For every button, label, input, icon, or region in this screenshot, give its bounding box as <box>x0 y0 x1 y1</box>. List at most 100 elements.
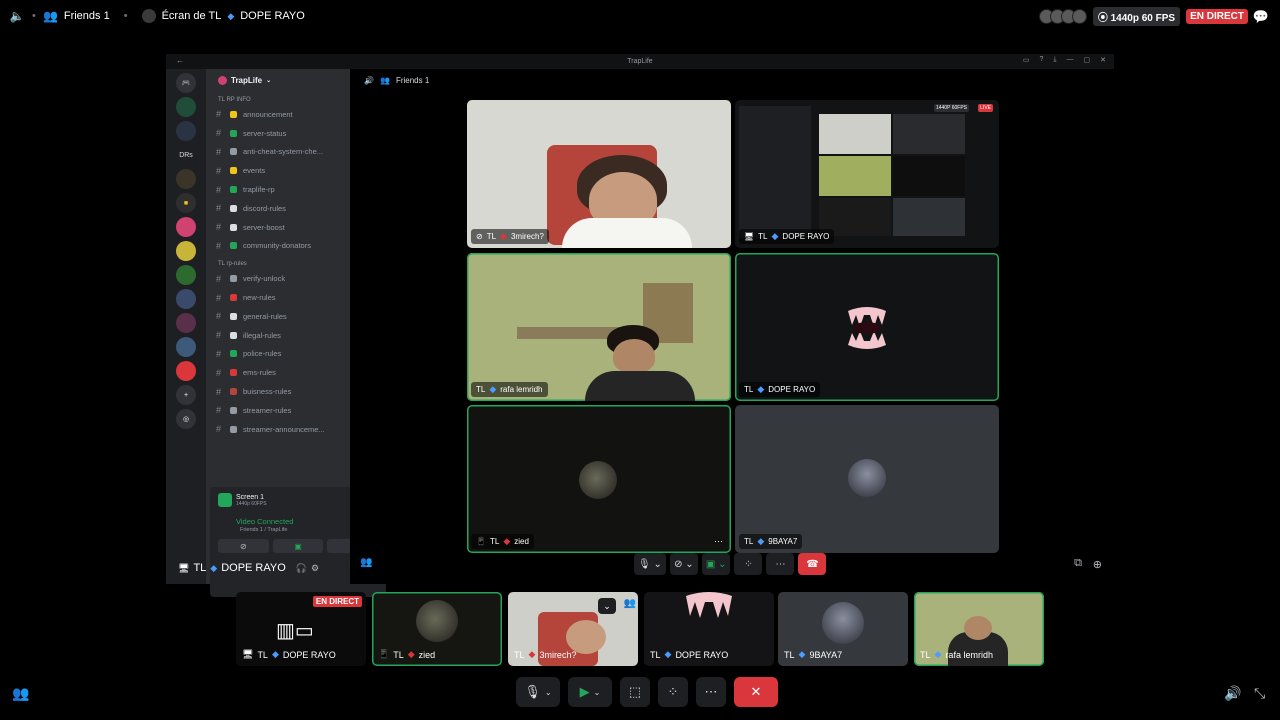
server-dr[interactable]: DRs <box>176 145 196 165</box>
channel-label: anti-cheat-system-che... <box>243 147 324 157</box>
avatar-tile[interactable]: TL ◆ 9BAYA7 <box>735 405 999 553</box>
server-icon[interactable] <box>176 265 196 285</box>
participant-thumbnail[interactable]: EN DIRECT ▥▭ 🖥 TL ◆ DOPE RAYO <box>236 592 366 666</box>
info-channel-list: # announcement # server-status # anti-cheat-s… <box>206 105 350 255</box>
server-icon[interactable] <box>176 217 196 237</box>
channel-item[interactable]: # ems-rules <box>206 363 350 382</box>
hash-icon: # <box>216 240 222 251</box>
chevron-down-icon[interactable]: ⌄ <box>598 598 616 614</box>
add-server-icon[interactable]: + <box>176 385 196 405</box>
viewer-avatars[interactable] <box>1038 9 1087 24</box>
camera-off-icon[interactable]: ⊘ <box>218 539 269 553</box>
settings-icon[interactable]: ⚙ <box>311 563 319 574</box>
channel-item[interactable]: # traplife-rp <box>206 180 350 199</box>
stream-tile[interactable]: 1440P 60FPS LIVE 🖥 TL ◆ DOPE RAYO <box>735 100 999 248</box>
channel-item[interactable]: # illegal-rules <box>206 326 350 345</box>
avatar-tile[interactable]: 📱 TL ◆ zied ⋯ <box>467 405 731 553</box>
channel-item[interactable]: # community-donators <box>206 237 350 256</box>
explore-icon[interactable]: ◎ <box>176 409 196 429</box>
channel-emoji-icon <box>230 275 237 283</box>
call-controls: 🎙 ⌄ ▶ ⌄ ⬚ ⁘ ⋯ ✕ <box>516 676 778 708</box>
channel-item[interactable]: # police-rules <box>206 345 350 364</box>
microphone-icon[interactable]: 🎙 ⌄ <box>634 553 666 575</box>
channel-item[interactable]: # announcement <box>206 105 350 124</box>
channel-item[interactable]: # server-boost <box>206 218 350 237</box>
invite-icon[interactable]: 👥 <box>12 685 29 702</box>
channel-label: discord-rules <box>243 203 286 213</box>
channel-item[interactable]: # streamer-announceme... <box>206 420 350 439</box>
people-icon[interactable]: 👥 <box>624 598 636 609</box>
more-icon[interactable]: ⋯ <box>714 536 723 547</box>
participant-thumbnail[interactable]: TL ◆ 9BAYA7 <box>778 592 908 666</box>
server-icon[interactable] <box>176 169 196 189</box>
speaker-icon[interactable]: 🔊 <box>364 76 374 85</box>
channel-emoji-icon <box>230 294 237 302</box>
participant-label: 📱 TL ◆ zied <box>471 534 534 549</box>
channel-emoji-icon <box>230 129 237 137</box>
group-icon: 👥 <box>43 9 59 23</box>
activities-icon[interactable]: ⁘ <box>734 553 763 575</box>
server-icon[interactable] <box>176 289 196 309</box>
microphone-button[interactable]: 🎙 ⌄ <box>516 677 560 707</box>
popout-icon[interactable]: ⧉ <box>1074 557 1082 570</box>
screen-share-icon[interactable]: ▣ <box>272 539 324 553</box>
category-header[interactable]: TL rp-rules <box>206 255 350 269</box>
video-tile[interactable]: ⊘ TL ◆ 3mirech? <box>467 100 731 248</box>
channel-item[interactable]: # new-rules <box>206 288 350 307</box>
server-icon[interactable] <box>176 361 196 381</box>
channel-sidebar: TrapLife ⌄ TL RP INFO # announcement # serv… <box>206 69 386 597</box>
channel-item[interactable]: # events <box>206 161 350 180</box>
headset-icon[interactable]: 🎧 <box>296 563 307 574</box>
activities-button[interactable]: ⁘ <box>658 677 688 707</box>
volume-icon[interactable]: 🔊 <box>1224 685 1241 702</box>
camera-button[interactable]: ▶ ⌄ <box>568 677 612 707</box>
person-face <box>964 616 992 640</box>
channel-name[interactable]: Friends 1 <box>64 10 110 22</box>
exit-fullscreen-icon[interactable]: ⤡ <box>1254 685 1265 702</box>
channel-item[interactable]: # general-rules <box>206 307 350 326</box>
window-title: TrapLife <box>627 58 653 65</box>
channel-label: new-rules <box>243 293 276 303</box>
speaker-muted-icon[interactable]: 🔈 <box>10 9 25 23</box>
thumbnail-label: 🖥 TL ◆ DOPE RAYO <box>242 649 336 660</box>
video-tile[interactable]: TL ◆ rafa lemridh <box>467 253 731 401</box>
more-icon[interactable]: ⋯ <box>766 553 795 575</box>
server-icon[interactable] <box>176 97 196 117</box>
stage-header: 🔊 👥 Friends 1 <box>350 69 1114 91</box>
user-name[interactable]: DOPE RAYO <box>221 562 286 574</box>
dm-icon[interactable]: 🎮 <box>176 73 196 93</box>
more-button[interactable]: ⋯ <box>696 677 726 707</box>
channel-item[interactable]: # discord-rules <box>206 199 350 218</box>
screen-share-prefix: Écran de TL <box>161 10 222 22</box>
participant-thumbnail[interactable]: TL ◆ rafa lemridh <box>914 592 1044 666</box>
participant-thumbnail[interactable]: 📱 TL ◆ zied <box>372 592 502 666</box>
server-logo-icon <box>218 75 227 85</box>
screen-share-icon[interactable]: ▣ ⌄ <box>701 553 731 575</box>
channel-label: general-rules <box>243 311 287 321</box>
hash-icon: # <box>216 184 222 195</box>
participant-thumbnail[interactable]: TL ◆ 3mirech? ⌄ 👥 <box>508 592 638 666</box>
channel-item[interactable]: # streamer-rules <box>206 401 350 420</box>
server-header[interactable]: TrapLife ⌄ <box>206 69 350 91</box>
screen-share-button[interactable]: ⬚ <box>620 677 650 707</box>
channel-item[interactable]: # buisness-rules <box>206 382 350 401</box>
screen-sub: 1440p 60FPS <box>236 500 267 507</box>
channel-item[interactable]: # anti-cheat-system-che... <box>206 143 350 162</box>
channel-item[interactable]: # verify-unlock <box>206 269 350 288</box>
server-icon[interactable] <box>176 337 196 357</box>
camera-off-icon[interactable]: ⊘ ⌄ <box>669 553 698 575</box>
server-icon[interactable] <box>176 121 196 141</box>
server-icon[interactable] <box>176 241 196 261</box>
back-icon[interactable]: ← <box>176 56 184 65</box>
channel-item[interactable]: # server-status <box>206 124 350 143</box>
zoom-icon[interactable]: ⊕ <box>1093 558 1102 571</box>
invite-icon[interactable]: 👥 <box>360 557 372 568</box>
participant-thumbnail[interactable]: TL ◆ DOPE RAYO <box>644 592 774 666</box>
avatar-tile[interactable]: TL ◆ DOPE RAYO <box>735 253 999 401</box>
server-icon[interactable] <box>176 313 196 333</box>
chat-icon[interactable]: 💬 <box>1253 9 1269 24</box>
category-header[interactable]: TL RP INFO <box>206 91 350 105</box>
disconnect-icon[interactable]: ☎ <box>798 553 827 575</box>
folder-icon[interactable]: ■ <box>176 193 196 213</box>
disconnect-button[interactable]: ✕ <box>734 677 778 707</box>
